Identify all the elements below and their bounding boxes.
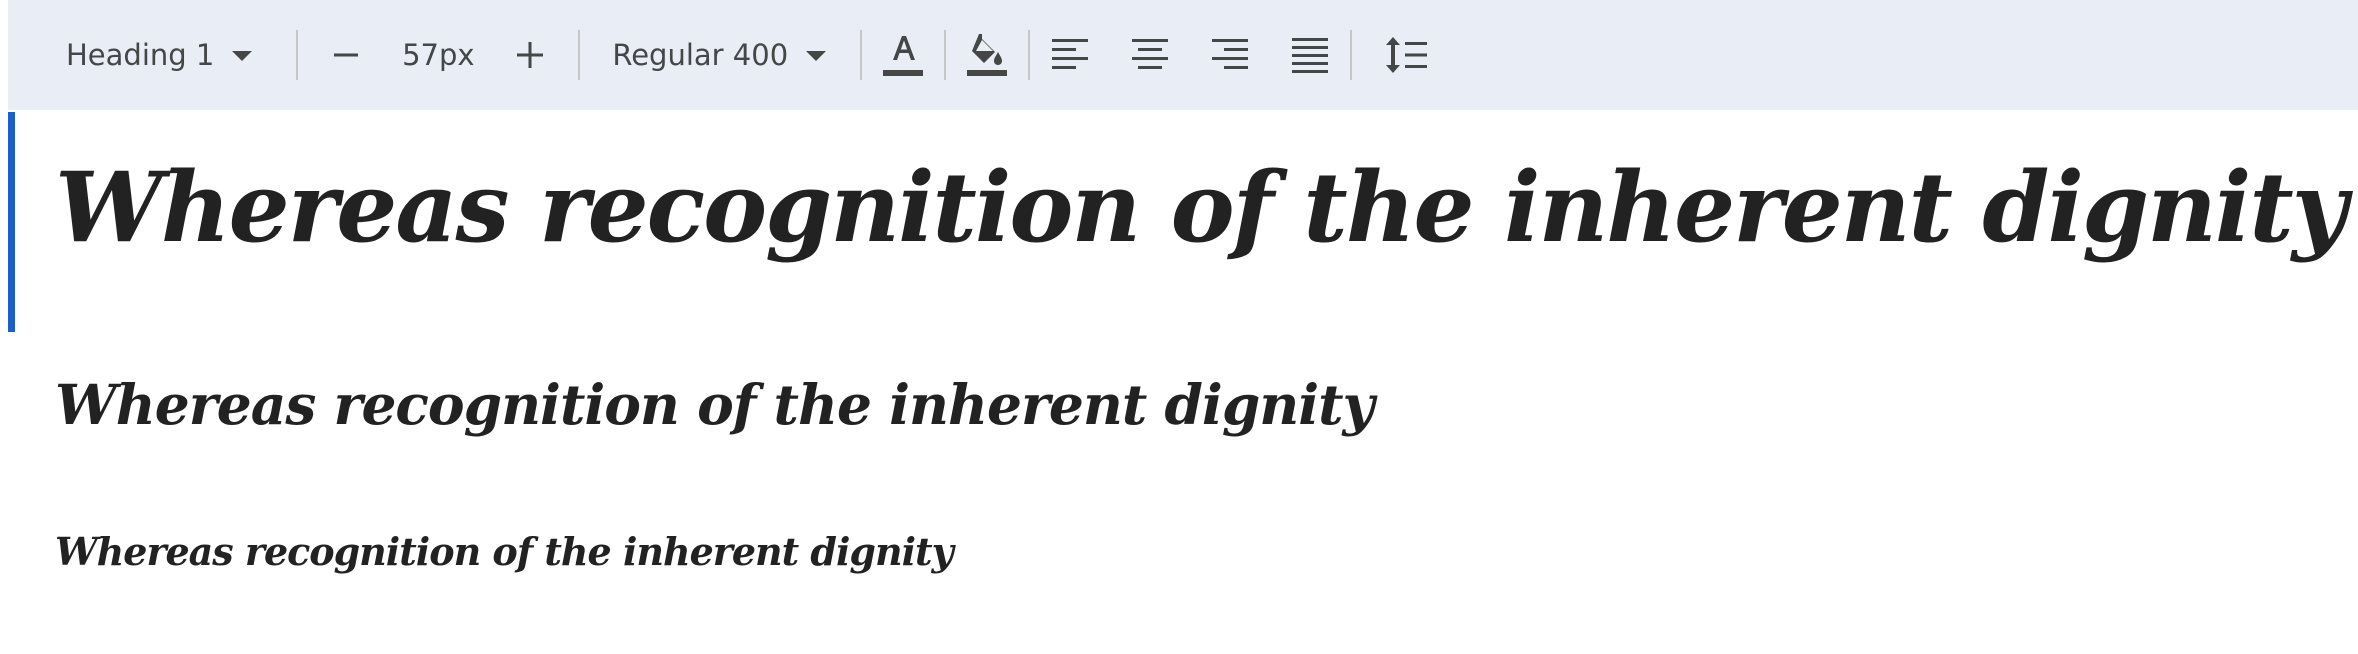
active-block-indicator (8, 112, 15, 332)
highlight-color-button[interactable] (946, 23, 1028, 87)
paint-bucket-icon (967, 34, 1008, 76)
align-left-icon (1052, 39, 1089, 69)
heading-1[interactable]: Whereas recognition of the inherent dign… (55, 160, 2347, 256)
font-weight-value: Regular 400 (612, 38, 789, 72)
heading-3[interactable]: Whereas recognition of the inherent dign… (55, 533, 954, 571)
font-weight-dropdown[interactable]: Regular 400 (592, 23, 846, 87)
heading-2[interactable]: Whereas recognition of the inherent dign… (55, 377, 1375, 432)
chevron-down-icon (232, 51, 253, 61)
toolbar-divider (578, 30, 581, 80)
font-size-field[interactable]: 57px (378, 23, 498, 87)
align-justify-icon (1292, 38, 1329, 73)
text-color-icon (883, 36, 924, 76)
align-left-button[interactable] (1030, 23, 1110, 87)
align-center-icon (1132, 39, 1169, 69)
line-spacing-button[interactable] (1352, 23, 1462, 87)
chevron-down-icon (806, 51, 827, 61)
toolbar-divider (296, 30, 299, 80)
formatting-toolbar: Heading 1 57px Regular 400 (8, 0, 2358, 110)
align-center-button[interactable] (1110, 23, 1190, 87)
increase-font-size-button[interactable] (498, 23, 562, 87)
text-color-button[interactable] (862, 23, 944, 87)
align-right-button[interactable] (1190, 23, 1270, 87)
justify-button[interactable] (1270, 23, 1350, 87)
align-right-icon (1212, 39, 1249, 69)
plus-icon (517, 42, 544, 68)
minus-icon (334, 53, 359, 57)
paragraph-style-value: Heading 1 (66, 38, 215, 72)
decrease-font-size-button[interactable] (314, 23, 378, 87)
paragraph-style-dropdown[interactable]: Heading 1 (46, 23, 272, 87)
line-spacing-icon (1386, 37, 1428, 73)
